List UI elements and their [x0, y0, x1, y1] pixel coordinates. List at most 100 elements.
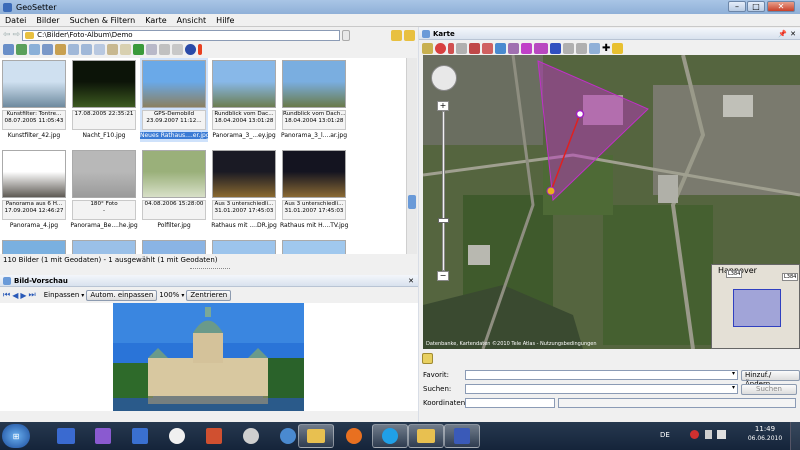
marker-grey-icon[interactable] [456, 42, 467, 54]
rotate-left-icon[interactable] [68, 43, 79, 55]
thumbnail[interactable]: Aus 3 unterschiedli... 31.01.2007 17:45:0… [280, 148, 348, 232]
dropdown-arrow-icon[interactable] [342, 29, 351, 41]
search-button[interactable]: Suchen [741, 384, 797, 395]
map-close-icon[interactable]: ✕ [790, 30, 800, 38]
taskbar-tool-icon[interactable] [85, 424, 121, 448]
comment-icon[interactable] [589, 42, 600, 54]
path-input[interactable]: C:\Bilder\Foto-Album\Demo [22, 29, 341, 41]
direction-icon[interactable] [482, 42, 493, 54]
language-indicator[interactable]: DE [660, 431, 670, 439]
thumbnail[interactable] [70, 238, 138, 254]
taskbar-panda-icon[interactable] [159, 424, 195, 448]
marker-red-icon[interactable] [435, 42, 446, 54]
favorite-star-icon[interactable] [612, 42, 624, 54]
tray-icon-2[interactable] [705, 430, 712, 439]
prev-icon[interactable]: ◀ [12, 291, 18, 300]
menu-bilder[interactable]: Bilder [31, 16, 64, 25]
favorit-add-button[interactable]: Hinzuf./Ändern... [741, 370, 800, 388]
arrow-right-grey-icon[interactable] [576, 42, 587, 54]
thumbnail[interactable]: Rundblick vom Dach... 18.04.2004 13:01:28… [280, 58, 348, 142]
last-icon[interactable]: ⏭ [29, 290, 36, 300]
taskbar-firefox-icon[interactable] [336, 424, 372, 448]
tray-icon-1[interactable] [690, 430, 699, 439]
taskbar-settings-icon[interactable] [233, 424, 269, 448]
paste-icon[interactable] [107, 43, 118, 55]
menu-karte[interactable]: Karte [140, 16, 171, 25]
taskbar-skype-icon[interactable] [372, 424, 408, 448]
thumbnail[interactable]: Kunstfilter: Tontre... 08.07.2005 11:05:4… [0, 58, 68, 142]
marker-icon[interactable] [448, 42, 454, 54]
coords-input[interactable] [465, 398, 555, 408]
favorit-select[interactable]: ▾ [465, 370, 738, 380]
pan-control[interactable] [431, 65, 457, 91]
arrow-left-icon[interactable] [550, 42, 561, 54]
taskbar-folder-icon[interactable] [408, 424, 444, 448]
next-icon[interactable]: ▶ [20, 291, 26, 300]
calendar-icon[interactable] [120, 43, 131, 55]
thumbnail[interactable]: 04.08.2006 15:28:00 Polfilter.jpg [140, 148, 208, 232]
coords-extra-input[interactable] [558, 398, 796, 408]
minimize-button[interactable]: – [728, 1, 746, 12]
info-icon[interactable] [198, 43, 202, 55]
forward-icon[interactable]: ⇨ [13, 30, 21, 40]
thumbnail[interactable] [140, 238, 208, 254]
folder-lock-icon[interactable] [391, 29, 402, 41]
taskbar-geosetter-icon[interactable] [444, 424, 480, 448]
clock-date[interactable]: 06.06.2010 [745, 435, 785, 442]
map-view[interactable]: + − Hannover L384 L384 Datenbanke, Karte… [423, 55, 800, 349]
area-select-icon[interactable] [534, 42, 548, 54]
taskbar-outlook-icon[interactable] [122, 424, 158, 448]
zoom-out-button[interactable]: − [437, 271, 449, 281]
first-icon[interactable]: ⏮ [3, 290, 10, 300]
edit-pencil-icon[interactable] [422, 352, 433, 364]
area-icon[interactable] [521, 42, 532, 54]
search-input[interactable]: ▾ [465, 384, 738, 394]
zoom-slider[interactable] [442, 111, 445, 271]
thumbnail[interactable]: 180° Foto - Panorama_Be....he.jpg [70, 148, 138, 232]
menu-ansicht[interactable]: Ansicht [172, 16, 212, 25]
map-view-icon[interactable] [422, 42, 433, 54]
center-button[interactable]: Zentrieren [186, 289, 232, 301]
filter-icon[interactable] [42, 43, 53, 55]
map-pin-icon[interactable]: 📌 [778, 30, 787, 38]
menu-datei[interactable]: Datei [0, 16, 31, 25]
thumbnail[interactable] [0, 238, 68, 254]
maximize-button[interactable]: □ [747, 1, 765, 12]
taskbar-ftp-icon[interactable] [48, 424, 84, 448]
auto-fit-button[interactable]: Autom. einpassen [86, 289, 158, 301]
overview-viewport[interactable] [733, 289, 781, 327]
delete-icon[interactable] [172, 43, 183, 55]
start-button[interactable]: ⊞ [2, 424, 30, 448]
undo-icon[interactable] [159, 43, 170, 55]
preview-close-icon[interactable]: ✕ [408, 277, 418, 285]
copy-icon[interactable] [94, 43, 105, 55]
view-icon[interactable] [3, 43, 14, 55]
tree-icon[interactable] [133, 43, 144, 55]
show-desktop-button[interactable] [790, 422, 800, 450]
thumbnail[interactable]: Panorama aus 6 H... 17.09.2004 12:46:27 Pa… [0, 148, 68, 232]
thumbnail[interactable] [210, 238, 278, 254]
thumbnail[interactable]: Aus 3 unterschiedli... 31.01.2007 17:45:0… [210, 148, 278, 232]
zoom-slider-handle[interactable] [438, 218, 449, 223]
globe-icon[interactable] [185, 43, 196, 55]
thumbnail[interactable]: 17.08.2005 22:35:21 Nacht_F10.jpg [70, 58, 138, 142]
scrollbar-thumb[interactable] [408, 195, 416, 209]
zoom-icon[interactable] [29, 43, 40, 55]
fit-dropdown[interactable]: Einpassen [44, 291, 80, 299]
crosshair-icon[interactable]: ✚ [602, 43, 610, 54]
save-icon[interactable] [146, 43, 157, 55]
menu-hilfe[interactable]: Hilfe [211, 16, 239, 25]
rotate-right-icon[interactable] [81, 43, 92, 55]
track-icon[interactable] [495, 42, 506, 54]
search-map-icon[interactable] [508, 42, 519, 54]
arrow-left-grey-icon[interactable] [563, 42, 574, 54]
taskbar-explorer-icon[interactable] [298, 424, 334, 448]
thumbnail-scrollbar[interactable] [406, 58, 417, 254]
edit-icon[interactable] [55, 43, 66, 55]
overview-map[interactable]: Hannover L384 [711, 264, 800, 349]
taskbar-app-icon[interactable] [196, 424, 232, 448]
folder-open-icon[interactable] [404, 29, 415, 41]
tray-icon-3[interactable] [717, 430, 726, 439]
clock-time[interactable]: 11:49 [745, 425, 785, 433]
zoom-in-button[interactable]: + [437, 101, 449, 111]
